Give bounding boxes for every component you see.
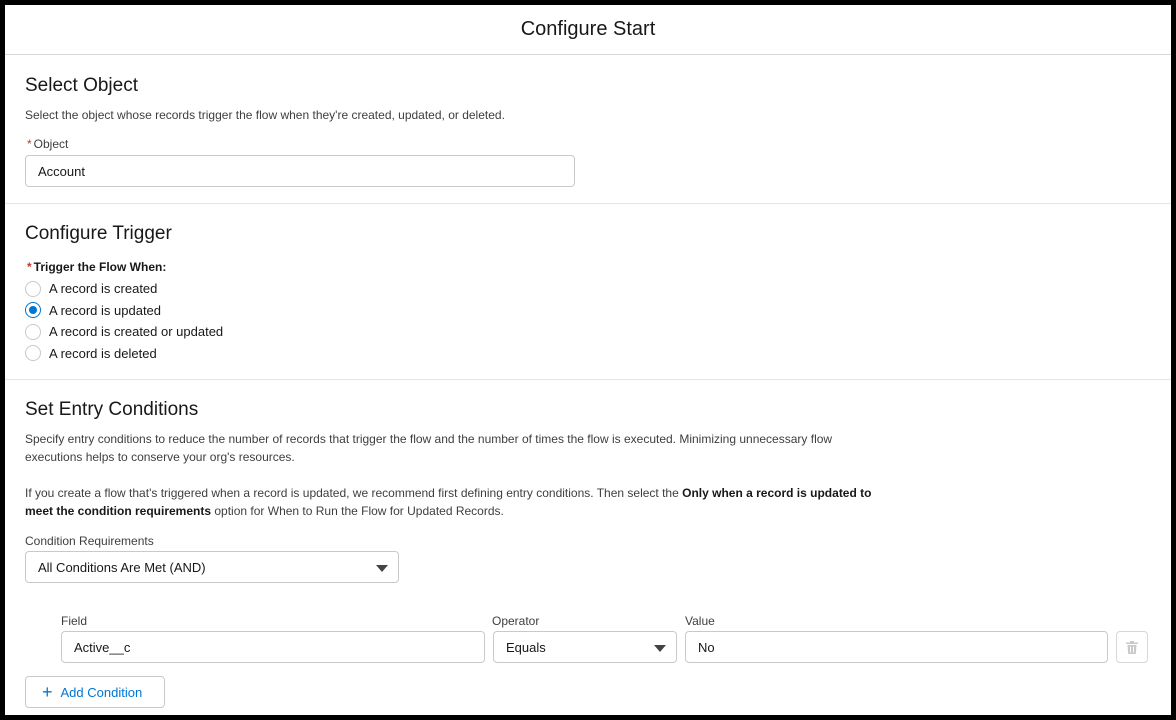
radio-button[interactable] [25,280,41,297]
value-label: Value [685,614,715,628]
radio-label: A record is deleted [49,345,157,361]
radio-option-created[interactable]: A record is created [25,278,223,300]
field-label: Field [61,614,88,628]
chevron-down-icon [654,645,666,652]
operator-label: Operator [492,614,540,628]
condition-requirements-value: All Conditions Are Met (AND) [38,559,206,575]
chevron-down-icon [376,565,388,572]
trash-icon [1126,640,1138,654]
condition-requirements-select[interactable]: All Conditions Are Met (AND) [25,551,399,583]
value-input[interactable]: No [685,631,1108,663]
modal-title: Configure Start [520,18,656,40]
object-input[interactable]: Account [25,155,575,187]
radio-label: A record is created [49,281,158,297]
radio-label: A record is created or updated [49,324,224,340]
entry-conditions-description: Specify entry conditions to reduce the n… [25,432,833,464]
configure-start-modal: Configure Start Select Object Select the… [5,5,1171,715]
add-condition-label: Add Condition [60,684,143,700]
entry-conditions-title: Set Entry Conditions [25,399,199,420]
select-object-title: Select Object [25,75,138,96]
operator-value: Equals [506,639,546,655]
required-mark: * [27,137,32,151]
radio-label: A record is updated [49,302,162,318]
entry-conditions-recommendation: If you create a flow that's triggered wh… [25,486,872,518]
modal-header: Configure Start [5,5,1171,55]
required-mark: * [27,260,32,274]
operator-select[interactable]: Equals [493,631,677,663]
field-input[interactable]: Active__c [61,631,485,663]
configure-trigger-title: Configure Trigger [25,223,172,244]
radio-button[interactable] [25,345,41,362]
radio-option-updated[interactable]: A record is updated [25,300,223,322]
select-object-description: Select the object whose records trigger … [25,108,505,122]
trigger-label: * Trigger the Flow When: [27,260,167,274]
radio-option-created-or-updated[interactable]: A record is created or updated [25,321,223,343]
plus-icon: + [42,682,53,702]
radio-button-selected[interactable] [25,302,41,319]
trigger-radio-group: A record is created A record is updated … [25,278,223,364]
condition-requirements-label: Condition Requirements [25,534,154,548]
add-condition-button[interactable]: + Add Condition [25,676,165,708]
radio-button[interactable] [25,323,41,340]
select-object-section: Select Object Select the object whose re… [5,55,1171,204]
configure-trigger-section: Configure Trigger * Trigger the Flow When… [5,204,1171,380]
entry-conditions-section: Set Entry Conditions Specify entry condi… [5,380,1171,715]
object-label: * Object [27,137,69,151]
radio-option-deleted[interactable]: A record is deleted [25,343,223,365]
delete-condition-button[interactable] [1116,631,1148,663]
